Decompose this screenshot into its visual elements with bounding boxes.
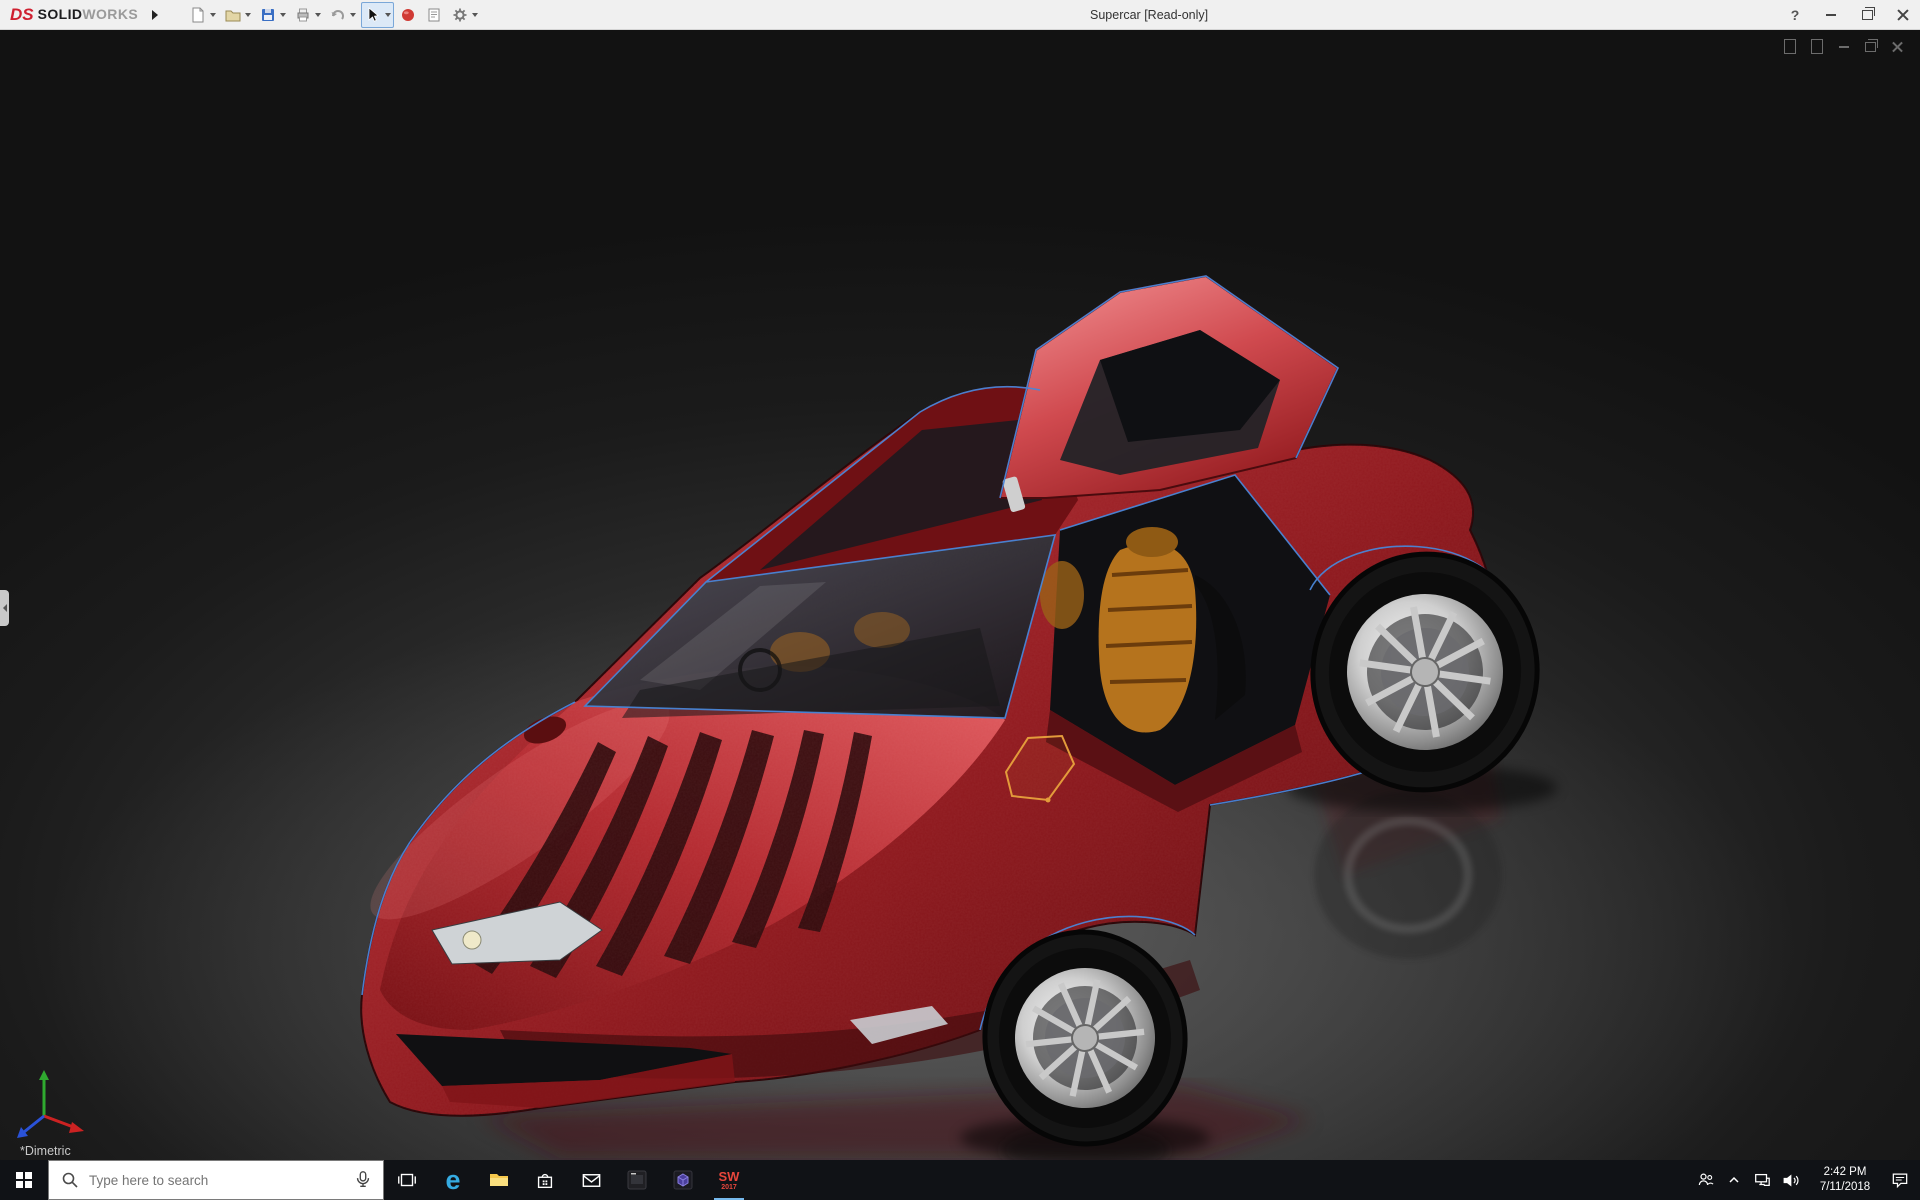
mail-button[interactable] xyxy=(568,1160,614,1200)
cube-icon xyxy=(671,1168,695,1192)
clock-time: 2:42 PM xyxy=(1808,1165,1882,1180)
notification-icon xyxy=(1890,1170,1910,1190)
view-orientation-label: *Dimetric xyxy=(20,1144,71,1158)
select-cursor-icon xyxy=(364,6,382,24)
orientation-triad xyxy=(17,1070,84,1138)
window-icon xyxy=(1784,39,1796,54)
window-controls: ? xyxy=(1784,0,1914,30)
document-title: Supercar [Read-only] xyxy=(1090,0,1208,30)
doc-close-button[interactable] xyxy=(1889,38,1906,55)
windows-logo-icon xyxy=(16,1172,32,1188)
select-button[interactable] xyxy=(361,2,394,28)
minimize-icon xyxy=(1839,46,1849,48)
file-properties-button[interactable] xyxy=(422,2,446,28)
logo-text-works: WORKS xyxy=(82,6,138,22)
left-arrow-icon xyxy=(3,604,7,612)
save-button[interactable] xyxy=(256,2,289,28)
quick-access-toolbar xyxy=(186,2,481,28)
panel-collapse-tab[interactable] xyxy=(0,590,9,626)
doc-minimize-button[interactable] xyxy=(1835,38,1852,55)
restore-icon xyxy=(1862,10,1873,20)
undo-button[interactable] xyxy=(326,2,359,28)
chevron-down-icon xyxy=(245,13,251,17)
car-model-render xyxy=(0,30,1920,1160)
chevron-up-icon xyxy=(1726,1172,1742,1188)
action-center-button[interactable] xyxy=(1886,1160,1914,1200)
people-button[interactable] xyxy=(1692,1160,1720,1200)
help-button[interactable]: ? xyxy=(1784,4,1806,26)
app-titlebar: DS SOLIDWORKS Supercar [Rea xyxy=(0,0,1920,30)
window-icon xyxy=(1811,39,1823,54)
chevron-down-icon xyxy=(472,13,478,17)
tray-overflow-button[interactable] xyxy=(1720,1160,1748,1200)
windows-taskbar: e SW 2017 2:42 PM 7/ xyxy=(0,1160,1920,1200)
clock-date: 7/11/2018 xyxy=(1808,1180,1882,1195)
dark-window-icon xyxy=(625,1168,649,1192)
gear-icon xyxy=(451,6,469,24)
menu-flyout-button[interactable] xyxy=(146,4,164,26)
task-view-button[interactable] xyxy=(384,1160,430,1200)
new-document-button[interactable] xyxy=(186,2,219,28)
open-button[interactable] xyxy=(221,2,254,28)
start-button[interactable] xyxy=(0,1160,48,1200)
edge-browser-button[interactable]: e xyxy=(430,1160,476,1200)
dark-window-app-button[interactable] xyxy=(614,1160,660,1200)
options-button[interactable] xyxy=(448,2,481,28)
open-folder-icon xyxy=(224,6,242,24)
close-icon xyxy=(1892,41,1903,52)
search-input[interactable] xyxy=(87,1172,343,1189)
store-button[interactable] xyxy=(522,1160,568,1200)
task-view-icon xyxy=(396,1169,418,1191)
shopping-bag-icon xyxy=(534,1169,556,1191)
search-icon xyxy=(61,1171,79,1189)
save-icon xyxy=(259,6,277,24)
microphone-icon[interactable] xyxy=(353,1170,373,1190)
close-icon xyxy=(1897,9,1909,21)
chevron-down-icon xyxy=(280,13,286,17)
print-icon xyxy=(294,6,312,24)
cube-app-button[interactable] xyxy=(660,1160,706,1200)
document-window-controls xyxy=(1781,38,1906,55)
rebuild-button[interactable] xyxy=(396,2,420,28)
solidworks-2017-icon: SW 2017 xyxy=(719,1170,740,1191)
logo-text-solid: SOLID xyxy=(38,6,83,22)
new-window-button[interactable] xyxy=(1781,38,1798,55)
new-document-icon xyxy=(189,6,207,24)
speaker-icon xyxy=(1781,1171,1800,1190)
close-button[interactable] xyxy=(1892,4,1914,26)
minimize-icon xyxy=(1826,14,1836,16)
volume-button[interactable] xyxy=(1776,1160,1804,1200)
doc-restore-button[interactable] xyxy=(1862,38,1879,55)
folder-icon xyxy=(487,1168,511,1192)
rebuild-icon xyxy=(399,6,417,24)
chevron-down-icon xyxy=(210,13,216,17)
tile-window-button[interactable] xyxy=(1808,38,1825,55)
undo-icon xyxy=(329,6,347,24)
solidworks-logo: DS SOLIDWORKS xyxy=(0,5,138,25)
network-button[interactable] xyxy=(1748,1160,1776,1200)
3d-viewport[interactable]: *Dimetric xyxy=(0,30,1920,1160)
print-button[interactable] xyxy=(291,2,324,28)
minimize-button[interactable] xyxy=(1820,4,1842,26)
dassault-ds-icon: DS xyxy=(10,5,34,25)
people-icon xyxy=(1696,1170,1716,1190)
right-arrow-icon xyxy=(152,10,158,20)
taskbar-clock[interactable]: 2:42 PM 7/11/2018 xyxy=(1804,1165,1886,1195)
system-tray: 2:42 PM 7/11/2018 xyxy=(1692,1160,1920,1200)
file-explorer-button[interactable] xyxy=(476,1160,522,1200)
chevron-down-icon xyxy=(385,13,391,17)
taskbar-search[interactable] xyxy=(48,1160,384,1200)
chevron-down-icon xyxy=(315,13,321,17)
restore-icon xyxy=(1865,42,1876,52)
file-properties-icon xyxy=(425,6,443,24)
envelope-icon xyxy=(580,1169,603,1192)
restore-button[interactable] xyxy=(1856,4,1878,26)
edge-icon: e xyxy=(445,1167,460,1194)
solidworks-app-button[interactable]: SW 2017 xyxy=(706,1160,752,1200)
network-icon xyxy=(1753,1171,1771,1189)
chevron-down-icon xyxy=(350,13,356,17)
